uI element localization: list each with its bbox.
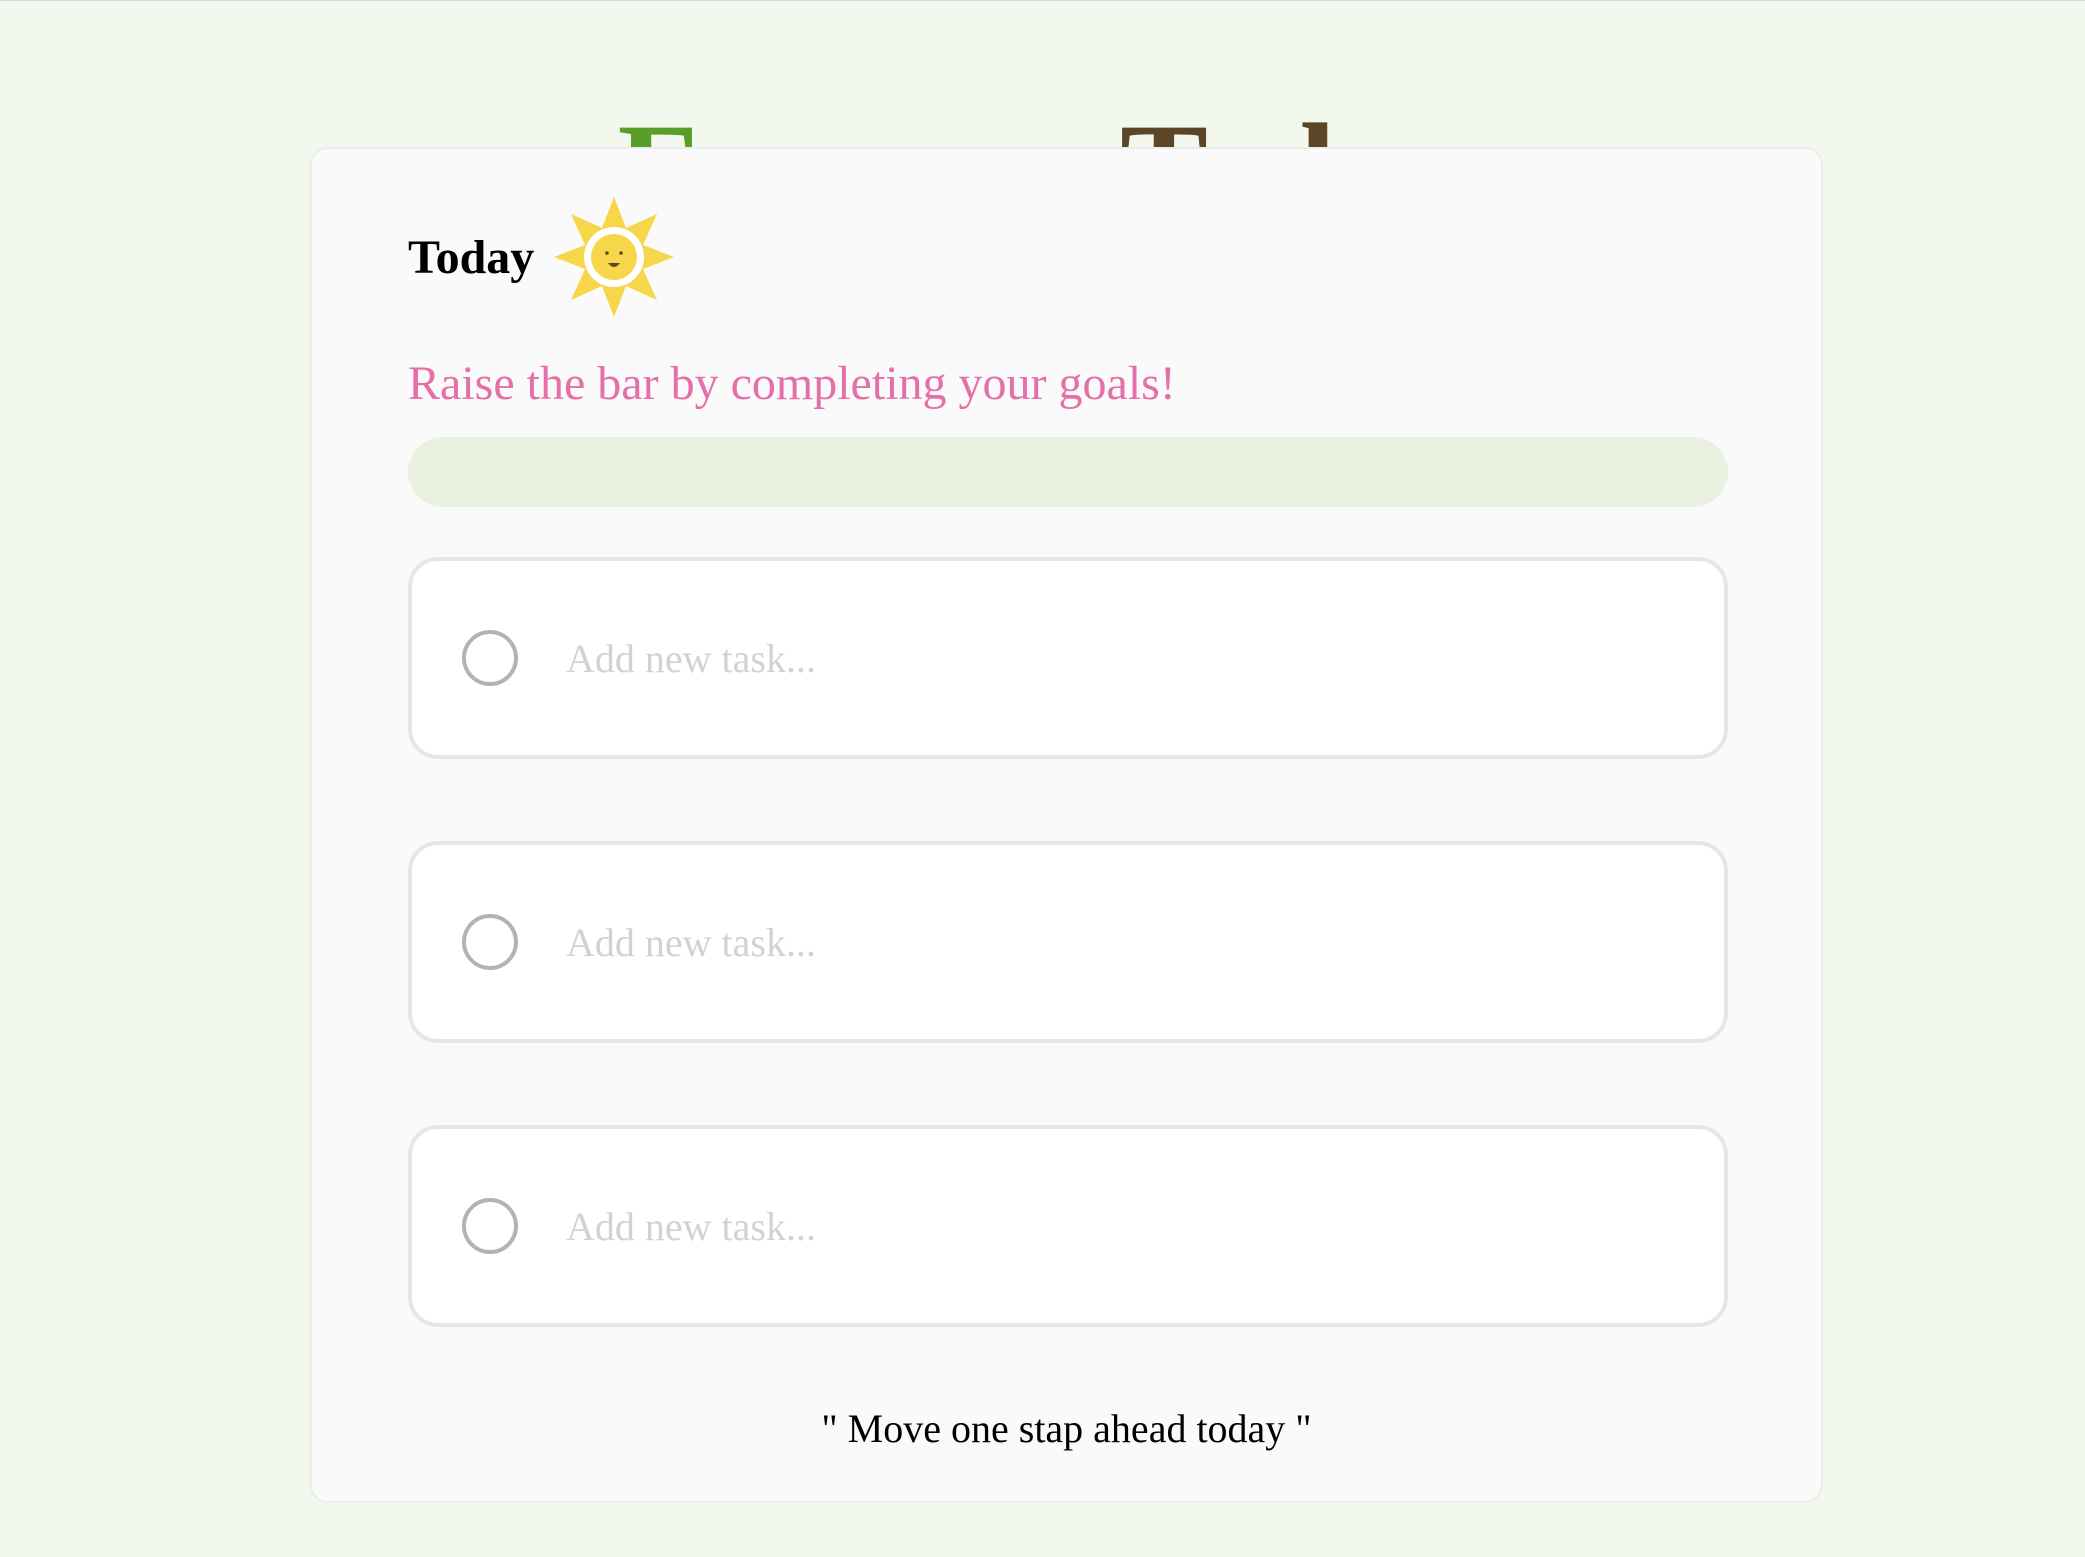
todo-card: Today Raise the bar by completing your g… <box>310 147 1823 1503</box>
card-header: Today <box>408 195 676 319</box>
task-checkbox[interactable] <box>462 914 518 970</box>
task-item <box>408 841 1728 1043</box>
task-item <box>408 557 1728 759</box>
task-input[interactable] <box>564 1201 1668 1251</box>
task-input[interactable] <box>564 633 1668 683</box>
task-item <box>408 1125 1728 1327</box>
task-checkbox[interactable] <box>462 1198 518 1254</box>
motivation-subtitle: Raise the bar by completing your goals! <box>408 357 1176 410</box>
smiling-sun-icon <box>554 197 675 317</box>
task-input[interactable] <box>564 917 1668 967</box>
task-checkbox[interactable] <box>462 630 518 686</box>
motivational-quote: " Move one stap ahead today " <box>821 1406 1312 1451</box>
card-heading: Today <box>408 230 535 284</box>
progress-bar <box>408 437 1728 507</box>
